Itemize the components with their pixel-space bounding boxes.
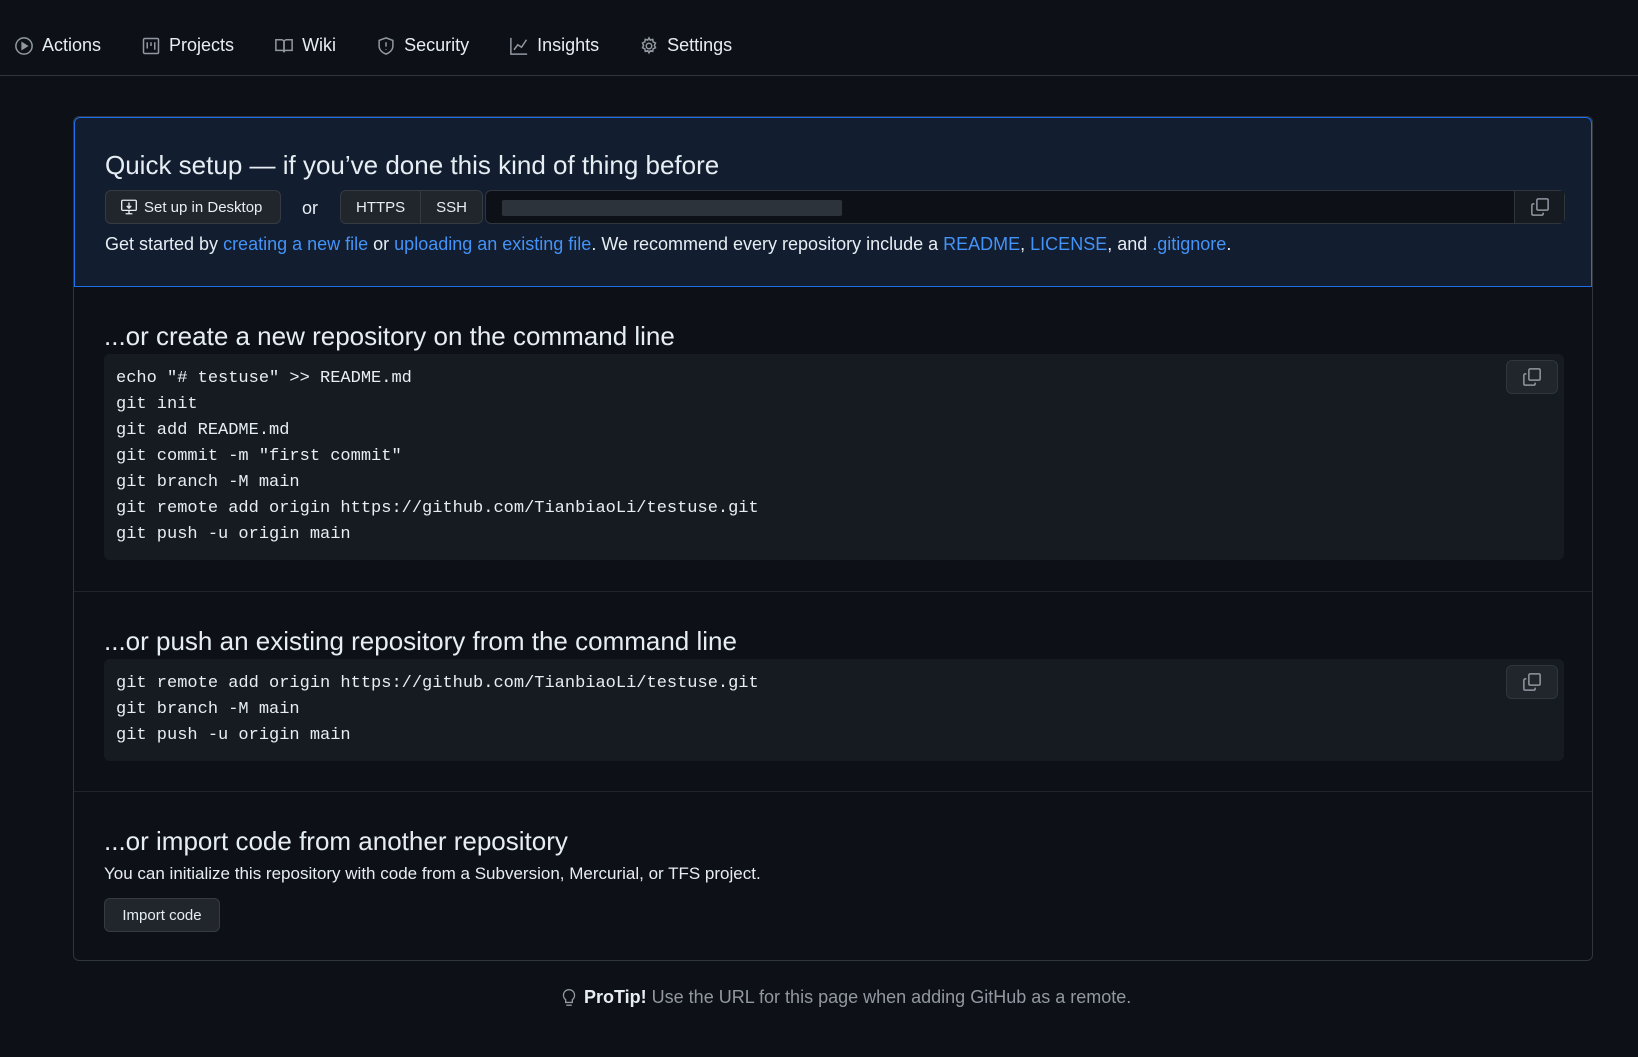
nav-label: Settings	[667, 35, 733, 55]
code-line: git init	[116, 395, 198, 414]
code-line: git branch -M main	[116, 473, 300, 492]
nav-actions[interactable]: Actions	[14, 35, 101, 56]
create-repo-section: ...or create a new repository on the com…	[74, 287, 1592, 591]
push-repo-code: git remote add origin https://github.com…	[104, 659, 1564, 761]
import-title: ...or import code from another repositor…	[104, 826, 568, 856]
gear-icon	[641, 35, 657, 54]
license-link[interactable]: LICENSE	[1030, 234, 1107, 254]
nav-wiki[interactable]: Wiki	[274, 35, 336, 56]
push-repo-title: ...or push an existing repository from t…	[104, 626, 737, 656]
redacted-url	[502, 200, 842, 216]
ssh-button[interactable]: SSH	[420, 191, 483, 223]
nav-label: Actions	[42, 35, 102, 55]
code-line: git remote add origin https://github.com…	[116, 674, 759, 693]
gitignore-link[interactable]: .gitignore	[1152, 234, 1226, 254]
code-line: git push -u origin main	[116, 525, 351, 544]
protip: ProTip! Use the URL for this page when a…	[560, 987, 1131, 1008]
protocol-toggle: HTTPS SSH	[340, 190, 484, 224]
import-code-button[interactable]: Import code	[104, 898, 220, 932]
code-line: git remote add origin https://github.com…	[116, 499, 759, 518]
copy-url-button[interactable]	[1514, 191, 1564, 223]
gs-text: ,	[1020, 234, 1031, 254]
create-file-link[interactable]: creating a new file	[223, 234, 368, 254]
nav-label: Security	[404, 35, 470, 55]
light-bulb-icon	[562, 988, 576, 1006]
setup-desktop-button[interactable]: Set up in Desktop	[105, 190, 281, 224]
copy-icon	[1530, 198, 1549, 216]
setup-desktop-label: Set up in Desktop	[144, 198, 263, 216]
code-line: echo "# testuse" >> README.md	[116, 369, 412, 388]
import-description: You can initialize this repository with …	[104, 864, 761, 883]
code-line: git add README.md	[116, 421, 290, 440]
graph-icon	[510, 37, 528, 55]
nav-label: Insights	[537, 35, 600, 55]
protip-label: ProTip!	[584, 987, 647, 1007]
gs-text: . We recommend every repository include …	[591, 234, 944, 254]
readme-link[interactable]: README	[943, 234, 1020, 254]
upload-file-link[interactable]: uploading an existing file	[394, 234, 591, 254]
code-line: git branch -M main	[116, 700, 300, 719]
play-circle-icon	[15, 36, 33, 55]
quick-setup-title: Quick setup — if you’ve done this kind o…	[105, 150, 720, 180]
gs-text: .	[1226, 234, 1232, 254]
or-text: or	[302, 198, 319, 218]
nav-label: Wiki	[302, 35, 337, 55]
copy-icon	[1523, 673, 1541, 691]
gs-text: or	[368, 234, 395, 254]
quick-setup-box: Quick setup — if you’ve done this kind o…	[74, 117, 1592, 287]
nav-settings[interactable]: Settings	[639, 35, 732, 56]
protip-text: Use the URL for this page when adding Gi…	[646, 987, 1132, 1007]
book-icon	[275, 38, 293, 52]
https-button[interactable]: HTTPS	[341, 191, 421, 223]
clone-url-input[interactable]	[485, 190, 1565, 224]
copy-create-button[interactable]	[1506, 360, 1558, 394]
setup-panel: Quick setup — if you’ve done this kind o…	[73, 116, 1593, 961]
code-line: git push -u origin main	[116, 726, 351, 745]
desktop-download-icon	[121, 199, 137, 215]
nav-label: Projects	[169, 35, 235, 55]
create-repo-code: echo "# testuse" >> README.md git init g…	[104, 354, 1564, 560]
push-repo-section: ...or push an existing repository from t…	[74, 591, 1592, 791]
nav-security[interactable]: Security	[376, 35, 469, 56]
copy-push-button[interactable]	[1506, 665, 1558, 699]
nav-projects[interactable]: Projects	[141, 35, 234, 56]
import-section: ...or import code from another repositor…	[74, 791, 1592, 960]
gs-text: , and	[1107, 234, 1153, 254]
code-line: git commit -m "first commit"	[116, 447, 402, 466]
nav-insights[interactable]: Insights	[509, 35, 599, 56]
create-repo-title: ...or create a new repository on the com…	[104, 321, 675, 351]
repo-nav: Actions Projects Wiki Security Insights …	[0, 0, 1638, 76]
get-started-text: Get started by creating a new file or up…	[105, 234, 1231, 255]
gs-text: Get started by	[105, 234, 224, 254]
copy-icon	[1523, 368, 1541, 386]
table-icon	[142, 37, 160, 54]
shield-icon	[378, 36, 394, 55]
